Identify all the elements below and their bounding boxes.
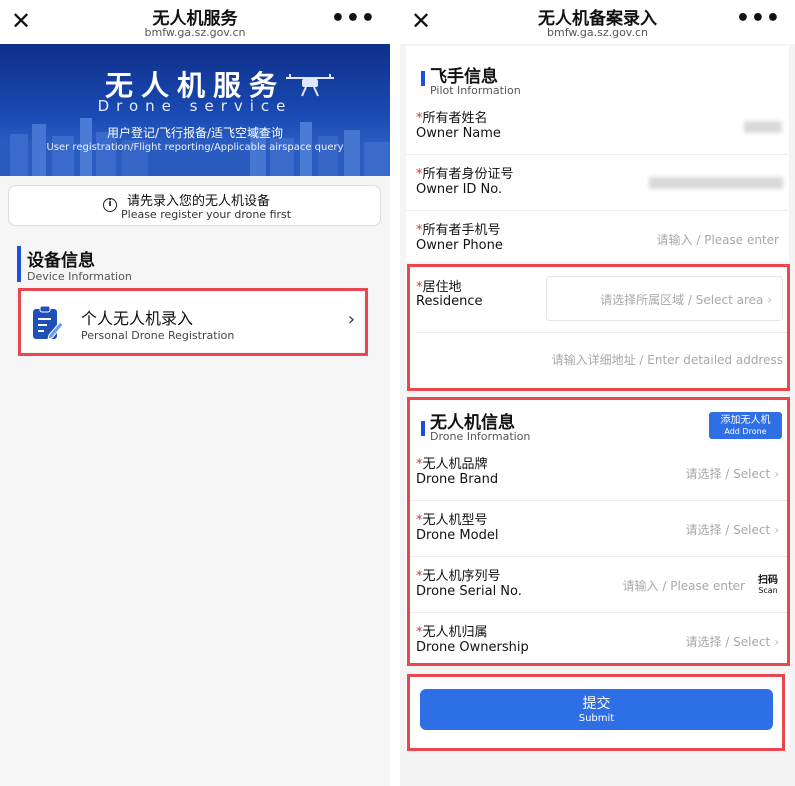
redacted-value — [744, 121, 782, 133]
owner-name-label-en: Owner Name — [416, 126, 501, 141]
highlight-frame — [18, 288, 368, 356]
more-icon[interactable]: ••• — [736, 6, 781, 31]
top-bar: ✕ 无人机服务 bmfw.ga.sz.gov.cn ••• — [0, 0, 390, 44]
pilot-info-card: 飞手信息 Pilot Information *所有者姓名 Owner Name… — [406, 46, 789, 262]
drone-registration-form-screen: ✕ 无人机备案录入 bmfw.ga.sz.gov.cn ••• 飞手信息 Pil… — [400, 0, 795, 786]
notice-text-en: Please register your drone first — [121, 208, 292, 221]
owner-phone-label-cn: 所有者手机号 — [422, 223, 501, 238]
highlight-frame — [407, 264, 790, 391]
owner-id-label: *所有者身份证号 — [416, 163, 514, 182]
drone-service-screen: ✕ 无人机服务 bmfw.ga.sz.gov.cn ••• 无人机服务 Dron… — [0, 0, 390, 786]
more-icon[interactable]: ••• — [331, 6, 376, 31]
owner-phone-label: *所有者手机号 — [416, 219, 501, 238]
device-info-subtitle: Device Information — [27, 270, 132, 283]
owner-phone-label-en: Owner Phone — [416, 238, 503, 253]
owner-phone-field[interactable]: *所有者手机号 Owner Phone 请输入 / Please enter — [406, 211, 789, 267]
device-info-title: 设备信息 — [27, 251, 95, 271]
owner-id-field[interactable]: *所有者身份证号 Owner ID No. — [406, 155, 789, 211]
banner-services-cn: 用户登记/飞行报备/适飞空域查询 — [106, 126, 284, 140]
owner-id-label-en: Owner ID No. — [416, 182, 503, 197]
notice-text-cn: 请先录入您的无人机设备 — [127, 194, 271, 209]
panel-divider — [390, 0, 400, 786]
banner-subtitle: Drone service — [97, 97, 293, 115]
top-bar: ✕ 无人机备案录入 bmfw.ga.sz.gov.cn ••• — [400, 0, 795, 44]
redacted-value — [649, 177, 783, 189]
owner-name-label: *所有者姓名 — [416, 107, 488, 126]
owner-phone-placeholder: 请输入 / Please enter — [656, 233, 779, 247]
service-banner: 无人机服务 Drone service 用户登记/飞行报备/适飞空域查询 Use… — [0, 44, 390, 176]
banner-services-en: User registration/Flight reporting/Appli… — [46, 142, 344, 153]
highlight-frame — [407, 674, 785, 751]
highlight-frame — [407, 397, 790, 666]
section-accent-bar — [17, 246, 21, 282]
owner-name-field[interactable]: *所有者姓名 Owner Name — [406, 99, 789, 155]
section-accent-bar — [421, 71, 425, 86]
owner-name-label-cn: 所有者姓名 — [422, 111, 488, 126]
owner-id-label-cn: 所有者身份证号 — [422, 167, 514, 182]
pilot-info-subtitle: Pilot Information — [430, 84, 521, 97]
info-icon: i — [103, 198, 117, 212]
register-notice: i 请先录入您的无人机设备 Please register your drone… — [8, 185, 381, 226]
city-skyline-image — [0, 118, 390, 176]
